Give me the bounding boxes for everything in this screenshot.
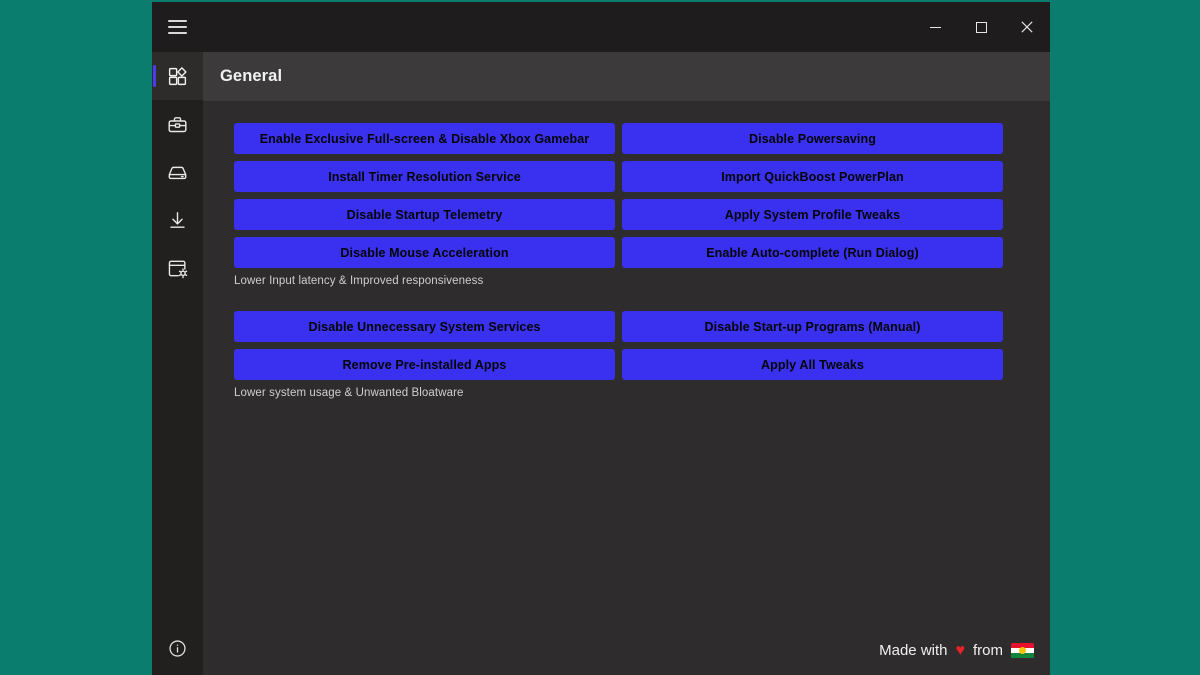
close-button[interactable] [1004,2,1050,52]
tweak-button[interactable]: Install Timer Resolution Service [234,161,615,192]
sidebar-item-app-manager[interactable] [152,244,203,292]
close-icon [1021,21,1033,33]
tweaks-panel: Enable Exclusive Full-screen & Disable X… [203,101,1050,675]
kurdistan-flag-icon [1011,642,1034,659]
tweak-button[interactable]: Disable Startup Telemetry [234,199,615,230]
info-button[interactable] [161,631,195,665]
minimize-icon [929,26,941,28]
group-caption: Lower system usage & Unwanted Bloatware [234,387,464,399]
menu-button[interactable] [152,2,203,52]
window-controls [912,2,1050,52]
sidebar-item-tools[interactable] [152,100,203,148]
sidebar-nav [152,52,203,292]
sidebar-item-storage[interactable] [152,148,203,196]
group-separator [234,287,1003,311]
hamburger-icon[interactable] [168,20,187,34]
content-area: General Enable Exclusive Full-screen & D… [203,52,1050,675]
tweak-button[interactable]: Enable Exclusive Full-screen & Disable X… [234,123,615,154]
window-body: General Enable Exclusive Full-screen & D… [152,52,1050,675]
tweak-button-grid: Disable Unnecessary System Services Disa… [234,311,1003,380]
heart-icon: ♥ [955,641,966,659]
tweak-button[interactable]: Apply All Tweaks [622,349,1003,380]
tweak-button-grid: Enable Exclusive Full-screen & Disable X… [234,123,1003,268]
tweak-button[interactable]: Disable Unnecessary System Services [234,311,615,342]
tweak-button[interactable]: Disable Mouse Acceleration [234,237,615,268]
maximize-button[interactable] [958,2,1004,52]
tweak-button[interactable]: Apply System Profile Tweaks [622,199,1003,230]
made-with-credit: Made with ♥ from [879,642,1034,659]
credit-prefix: Made with [879,642,948,659]
hard-drive-icon [168,166,187,179]
tweak-group-bloatware: Disable Unnecessary System Services Disa… [234,311,1003,399]
sidebar [152,52,203,675]
sidebar-item-downloads[interactable] [152,196,203,244]
dashboard-widgets-icon [168,66,187,85]
group-caption: Lower Input latency & Improved responsiv… [234,275,484,287]
tweak-button[interactable]: Disable Start-up Programs (Manual) [622,311,1003,342]
credit-middle: from [973,642,1003,659]
download-icon [170,211,185,228]
app-window: General Enable Exclusive Full-screen & D… [152,2,1050,675]
maximize-icon [975,21,987,33]
title-bar [152,2,1050,52]
tweak-button[interactable]: Enable Auto-complete (Run Dialog) [622,237,1003,268]
page-title: General [220,67,283,85]
tweak-group-performance: Enable Exclusive Full-screen & Disable X… [234,123,1003,287]
tweak-button[interactable]: Remove Pre-installed Apps [234,349,615,380]
sidebar-item-general[interactable] [152,52,203,100]
toolbox-icon [168,116,187,132]
info-circle-icon [169,639,186,657]
tweak-button[interactable]: Disable Powersaving [622,123,1003,154]
minimize-button[interactable] [912,2,958,52]
titlebar-drag-region[interactable] [203,2,912,52]
window-gear-icon [168,260,188,278]
page-header: General [203,52,1050,101]
tweak-button[interactable]: Import QuickBoost PowerPlan [622,161,1003,192]
sidebar-footer [152,621,203,675]
